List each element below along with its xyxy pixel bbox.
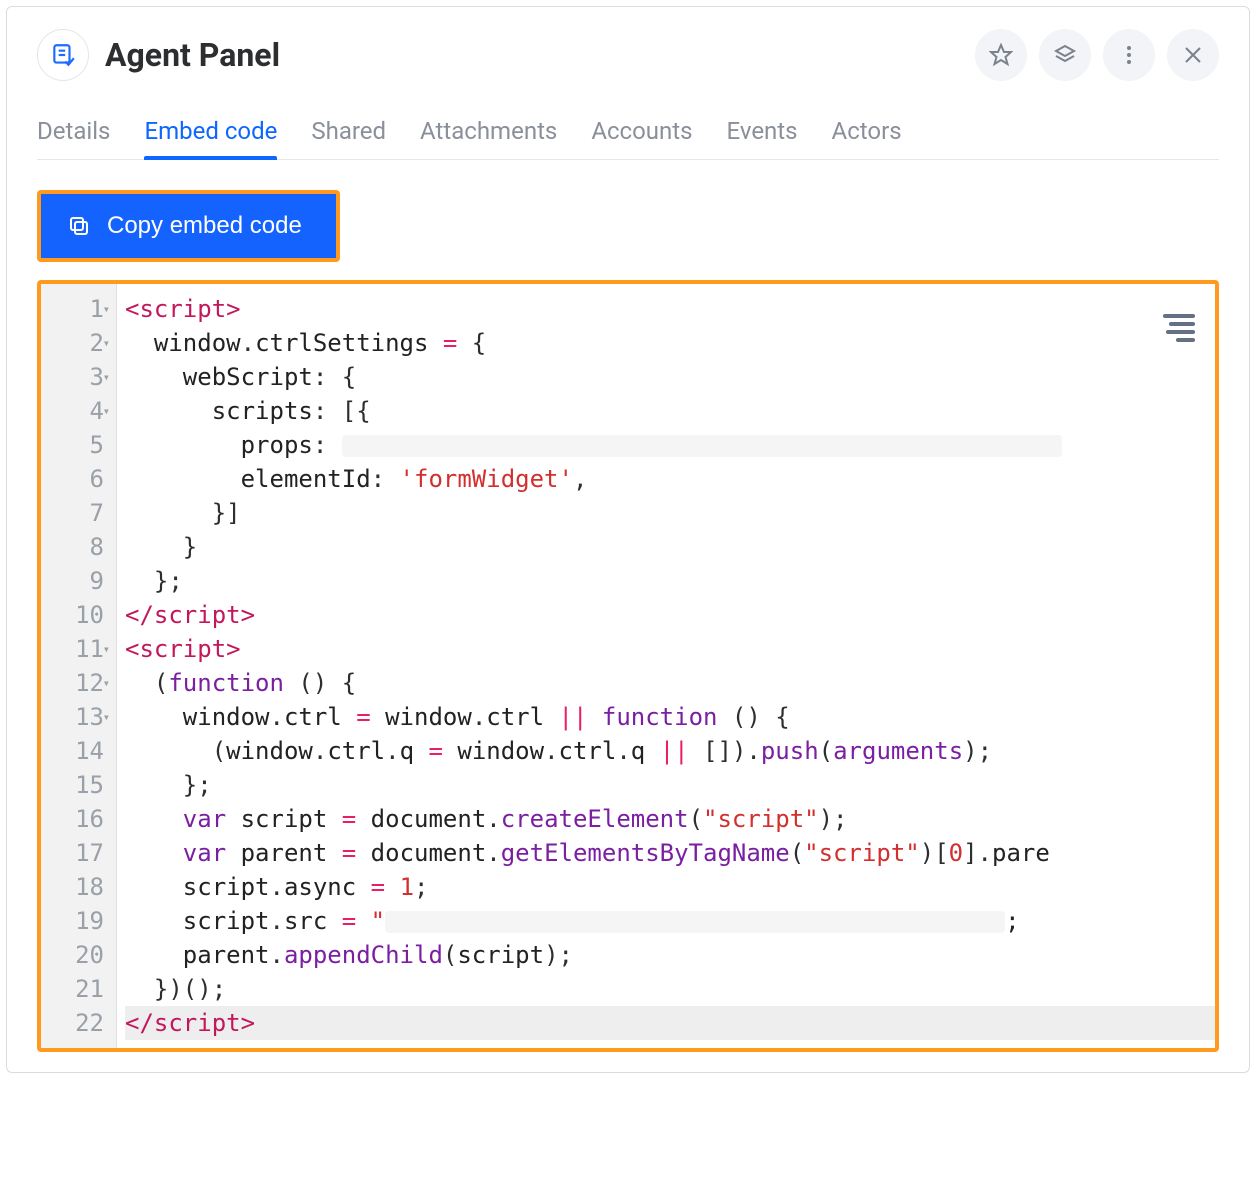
copy-embed-code-button[interactable]: Copy embed code	[41, 194, 336, 258]
more-vertical-icon	[1117, 43, 1141, 67]
code-line[interactable]: };	[125, 564, 1215, 598]
header-actions	[975, 29, 1219, 81]
code-line[interactable]: window.ctrl = window.ctrl || function ()…	[125, 700, 1215, 734]
code-line[interactable]: scripts: [{	[125, 394, 1215, 428]
code-editor-highlight: 1▾2▾3▾4▾567891011▾12▾13▾1415161718192021…	[37, 280, 1219, 1052]
star-icon	[989, 43, 1013, 67]
tab-details[interactable]: Details	[37, 111, 110, 159]
code-content[interactable]: <script> window.ctrlSettings = { webScri…	[117, 284, 1215, 1048]
copy-icon	[67, 214, 91, 238]
panel-app-icon	[37, 29, 89, 81]
code-line[interactable]: script.src = ";	[125, 904, 1215, 938]
layers-button[interactable]	[1039, 29, 1091, 81]
code-line[interactable]: })();	[125, 972, 1215, 1006]
code-line[interactable]: };	[125, 768, 1215, 802]
code-line[interactable]: <script>	[125, 292, 1215, 326]
note-check-icon	[50, 42, 76, 68]
code-line[interactable]: parent.appendChild(script);	[125, 938, 1215, 972]
code-line[interactable]: }]	[125, 496, 1215, 530]
code-line[interactable]: script.async = 1;	[125, 870, 1215, 904]
code-line[interactable]: (window.ctrl.q = window.ctrl.q || []).pu…	[125, 734, 1215, 768]
code-line[interactable]: </script>	[125, 598, 1215, 632]
layers-icon	[1053, 43, 1077, 67]
tab-accounts[interactable]: Accounts	[591, 111, 692, 159]
code-line[interactable]: props:	[125, 428, 1215, 462]
copy-button-highlight: Copy embed code	[37, 190, 340, 262]
code-line[interactable]: webScript: {	[125, 360, 1215, 394]
code-line[interactable]: (function () {	[125, 666, 1215, 700]
code-line[interactable]: }	[125, 530, 1215, 564]
code-line[interactable]: var script = document.createElement("scr…	[125, 802, 1215, 836]
code-line[interactable]: elementId: 'formWidget',	[125, 462, 1215, 496]
tab-events[interactable]: Events	[727, 111, 798, 159]
panel-header: Agent Panel	[7, 7, 1249, 93]
tab-shared[interactable]: Shared	[311, 111, 386, 159]
word-wrap-button[interactable]	[1163, 310, 1195, 342]
page-title: Agent Panel	[105, 36, 280, 74]
code-line[interactable]: window.ctrlSettings = {	[125, 326, 1215, 360]
copy-button-label: Copy embed code	[107, 212, 302, 240]
tab-attachments[interactable]: Attachments	[420, 111, 557, 159]
agent-panel: Agent Panel Details Embed code Shared At…	[6, 6, 1250, 1073]
close-icon	[1181, 43, 1205, 67]
tab-embed-code[interactable]: Embed code	[144, 111, 277, 159]
code-line[interactable]: var parent = document.getElementsByTagNa…	[125, 836, 1215, 870]
favorite-button[interactable]	[975, 29, 1027, 81]
more-button[interactable]	[1103, 29, 1155, 81]
code-line[interactable]: </script>	[125, 1006, 1215, 1040]
close-button[interactable]	[1167, 29, 1219, 81]
code-editor[interactable]: 1▾2▾3▾4▾567891011▾12▾13▾1415161718192021…	[41, 284, 1215, 1048]
code-line[interactable]: <script>	[125, 632, 1215, 666]
tab-bar: Details Embed code Shared Attachments Ac…	[37, 111, 1219, 160]
tab-actors[interactable]: Actors	[832, 111, 902, 159]
code-gutter: 1▾2▾3▾4▾567891011▾12▾13▾1415161718192021…	[41, 284, 117, 1048]
